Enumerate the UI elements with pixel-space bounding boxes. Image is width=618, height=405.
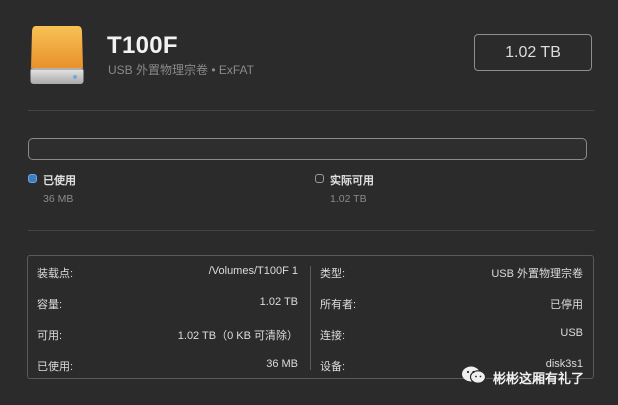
info-row-owners: 所有者: 已停用 xyxy=(320,296,583,312)
info-value: USB xyxy=(560,327,583,339)
info-row-available: 可用: 1.02 TB（0 KB 可清除） xyxy=(37,327,298,343)
volume-header: T100F USB 外置物理宗卷 • ExFAT 1.02 TB xyxy=(0,0,618,110)
info-row-mount-point: 装载点: /Volumes/T100F 1 xyxy=(37,265,298,281)
info-key: 装载点: xyxy=(37,268,74,280)
info-row-used: 已使用: 36 MB xyxy=(37,358,298,374)
info-key: 已使用: xyxy=(37,361,74,373)
info-value: USB 外置物理宗卷 xyxy=(491,268,583,280)
header-divider xyxy=(28,110,594,111)
wechat-icon xyxy=(461,365,487,390)
usage-bar xyxy=(28,138,587,160)
used-value: 36 MB xyxy=(43,193,74,205)
info-key: 可用: xyxy=(37,330,63,342)
info-row-capacity: 容量: 1.02 TB xyxy=(37,296,298,312)
info-key: 所有者: xyxy=(320,299,357,311)
available-swatch xyxy=(315,174,324,183)
usage-divider xyxy=(28,230,594,231)
info-row-connection: 连接: USB xyxy=(320,327,583,343)
info-row-type: 类型: USB 外置物理宗卷 xyxy=(320,265,583,281)
info-value: 已停用 xyxy=(550,299,583,311)
used-swatch xyxy=(28,174,37,183)
info-value: 1.02 TB xyxy=(259,296,298,308)
available-value: 1.02 TB xyxy=(330,193,367,205)
external-drive-icon xyxy=(30,24,84,86)
watermark: 彬彬这厢有礼了 xyxy=(461,365,585,390)
volume-name: T100F xyxy=(107,32,178,59)
used-label: 已使用 xyxy=(43,175,76,187)
info-value: 36 MB xyxy=(266,358,298,370)
volume-subtitle: USB 外置物理宗卷 • ExFAT xyxy=(108,63,254,77)
info-value: 1.02 TB（0 KB 可清除） xyxy=(177,330,298,342)
info-value: /Volumes/T100F 1 xyxy=(208,265,298,277)
info-table: 装载点: /Volumes/T100F 1 容量: 1.02 TB 可用: 1.… xyxy=(27,255,594,379)
info-key: 类型: xyxy=(320,268,346,280)
watermark-text: 彬彬这厢有礼了 xyxy=(493,370,585,386)
column-divider xyxy=(310,266,311,370)
info-key: 设备: xyxy=(320,361,346,373)
info-key: 容量: xyxy=(37,299,63,311)
available-label: 实际可用 xyxy=(330,175,374,187)
info-key: 连接: xyxy=(320,330,346,342)
capacity-badge: 1.02 TB xyxy=(474,34,592,71)
